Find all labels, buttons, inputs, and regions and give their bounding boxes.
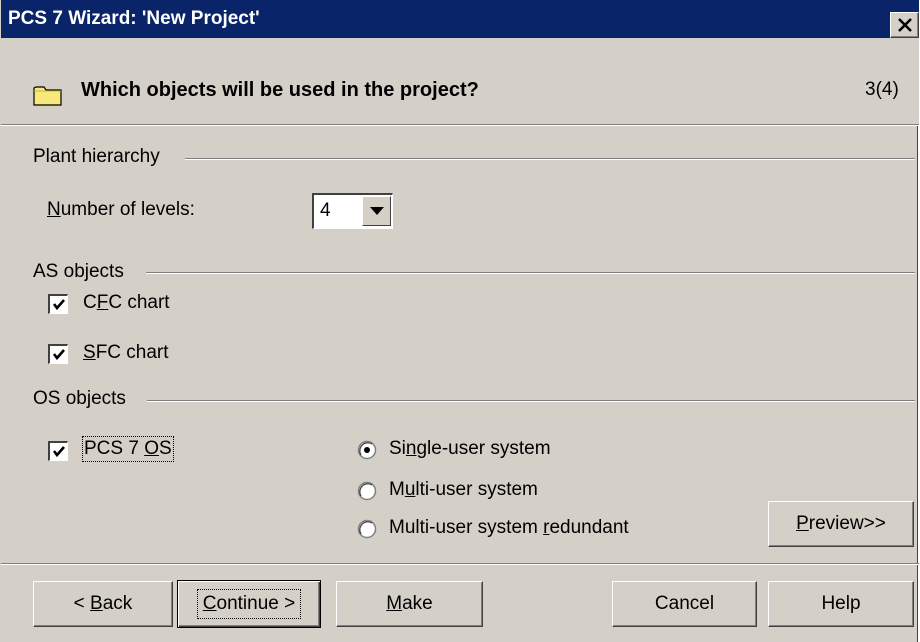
title-bar[interactable]: PCS 7 Wizard: 'New Project' — [1, 0, 919, 38]
folder-icon — [33, 86, 62, 106]
cfc-chart-checkbox[interactable] — [48, 294, 68, 314]
cfc-chart-label[interactable]: CFC chart — [83, 292, 170, 314]
levels-label: Number of levels: — [47, 199, 195, 220]
preview-button[interactable]: Preview>> — [768, 501, 914, 547]
make-button[interactable]: Make — [336, 581, 483, 627]
continue-button-label: Continue > — [196, 589, 302, 619]
preview-button-label: Preview>> — [796, 513, 886, 534]
pcs7-os-checkbox[interactable] — [48, 441, 68, 461]
back-button[interactable]: < Back — [33, 581, 173, 627]
continue-button[interactable]: Continue > — [177, 580, 321, 628]
help-button[interactable]: Help — [768, 581, 914, 627]
levels-value: 4 — [320, 200, 331, 221]
group-divider — [185, 158, 915, 160]
radio-multi-user-redundant[interactable] — [357, 519, 377, 539]
back-button-label: < Back — [73, 593, 133, 614]
page-question: Which objects will be used in the projec… — [81, 79, 479, 101]
group-divider — [146, 272, 915, 274]
make-button-label: Make — [386, 593, 433, 614]
wizard-window: PCS 7 Wizard: 'New Project' Which object… — [0, 0, 919, 642]
cancel-button[interactable]: Cancel — [612, 581, 757, 627]
dropdown-button[interactable] — [362, 196, 391, 226]
radio-multi-user-redundant-label[interactable]: Multi-user system redundant — [389, 517, 629, 539]
group-divider — [147, 400, 915, 402]
window-title: PCS 7 Wizard: 'New Project' — [8, 8, 260, 29]
close-icon — [898, 18, 912, 32]
cancel-button-label: Cancel — [654, 593, 715, 614]
radio-multi-user-label[interactable]: Multi-user system — [389, 479, 538, 501]
help-button-label: Help — [821, 593, 861, 614]
group-label-plant-hierarchy: Plant hierarchy — [33, 146, 160, 167]
checkmark-icon — [52, 299, 65, 311]
checkmark-icon — [52, 349, 65, 361]
checkmark-icon — [52, 446, 65, 458]
pcs7-os-label[interactable]: PCS 7 OS — [82, 436, 174, 462]
radio-single-user[interactable] — [357, 440, 377, 460]
sfc-chart-label[interactable]: SFC chart — [83, 342, 169, 364]
group-label-as-objects: AS objects — [33, 261, 124, 282]
sfc-chart-checkbox[interactable] — [48, 344, 68, 364]
step-indicator: 3(4) — [865, 79, 899, 100]
footer-divider — [1, 563, 919, 565]
radio-single-user-label[interactable]: Single-user system — [389, 438, 551, 460]
chevron-down-icon — [370, 207, 384, 215]
levels-dropdown[interactable]: 4 — [312, 193, 393, 229]
wizard-header: Which objects will be used in the projec… — [1, 38, 919, 124]
close-button[interactable] — [890, 12, 919, 38]
header-divider — [1, 124, 919, 126]
group-label-os-objects: OS objects — [33, 388, 126, 409]
radio-multi-user[interactable] — [357, 481, 377, 501]
